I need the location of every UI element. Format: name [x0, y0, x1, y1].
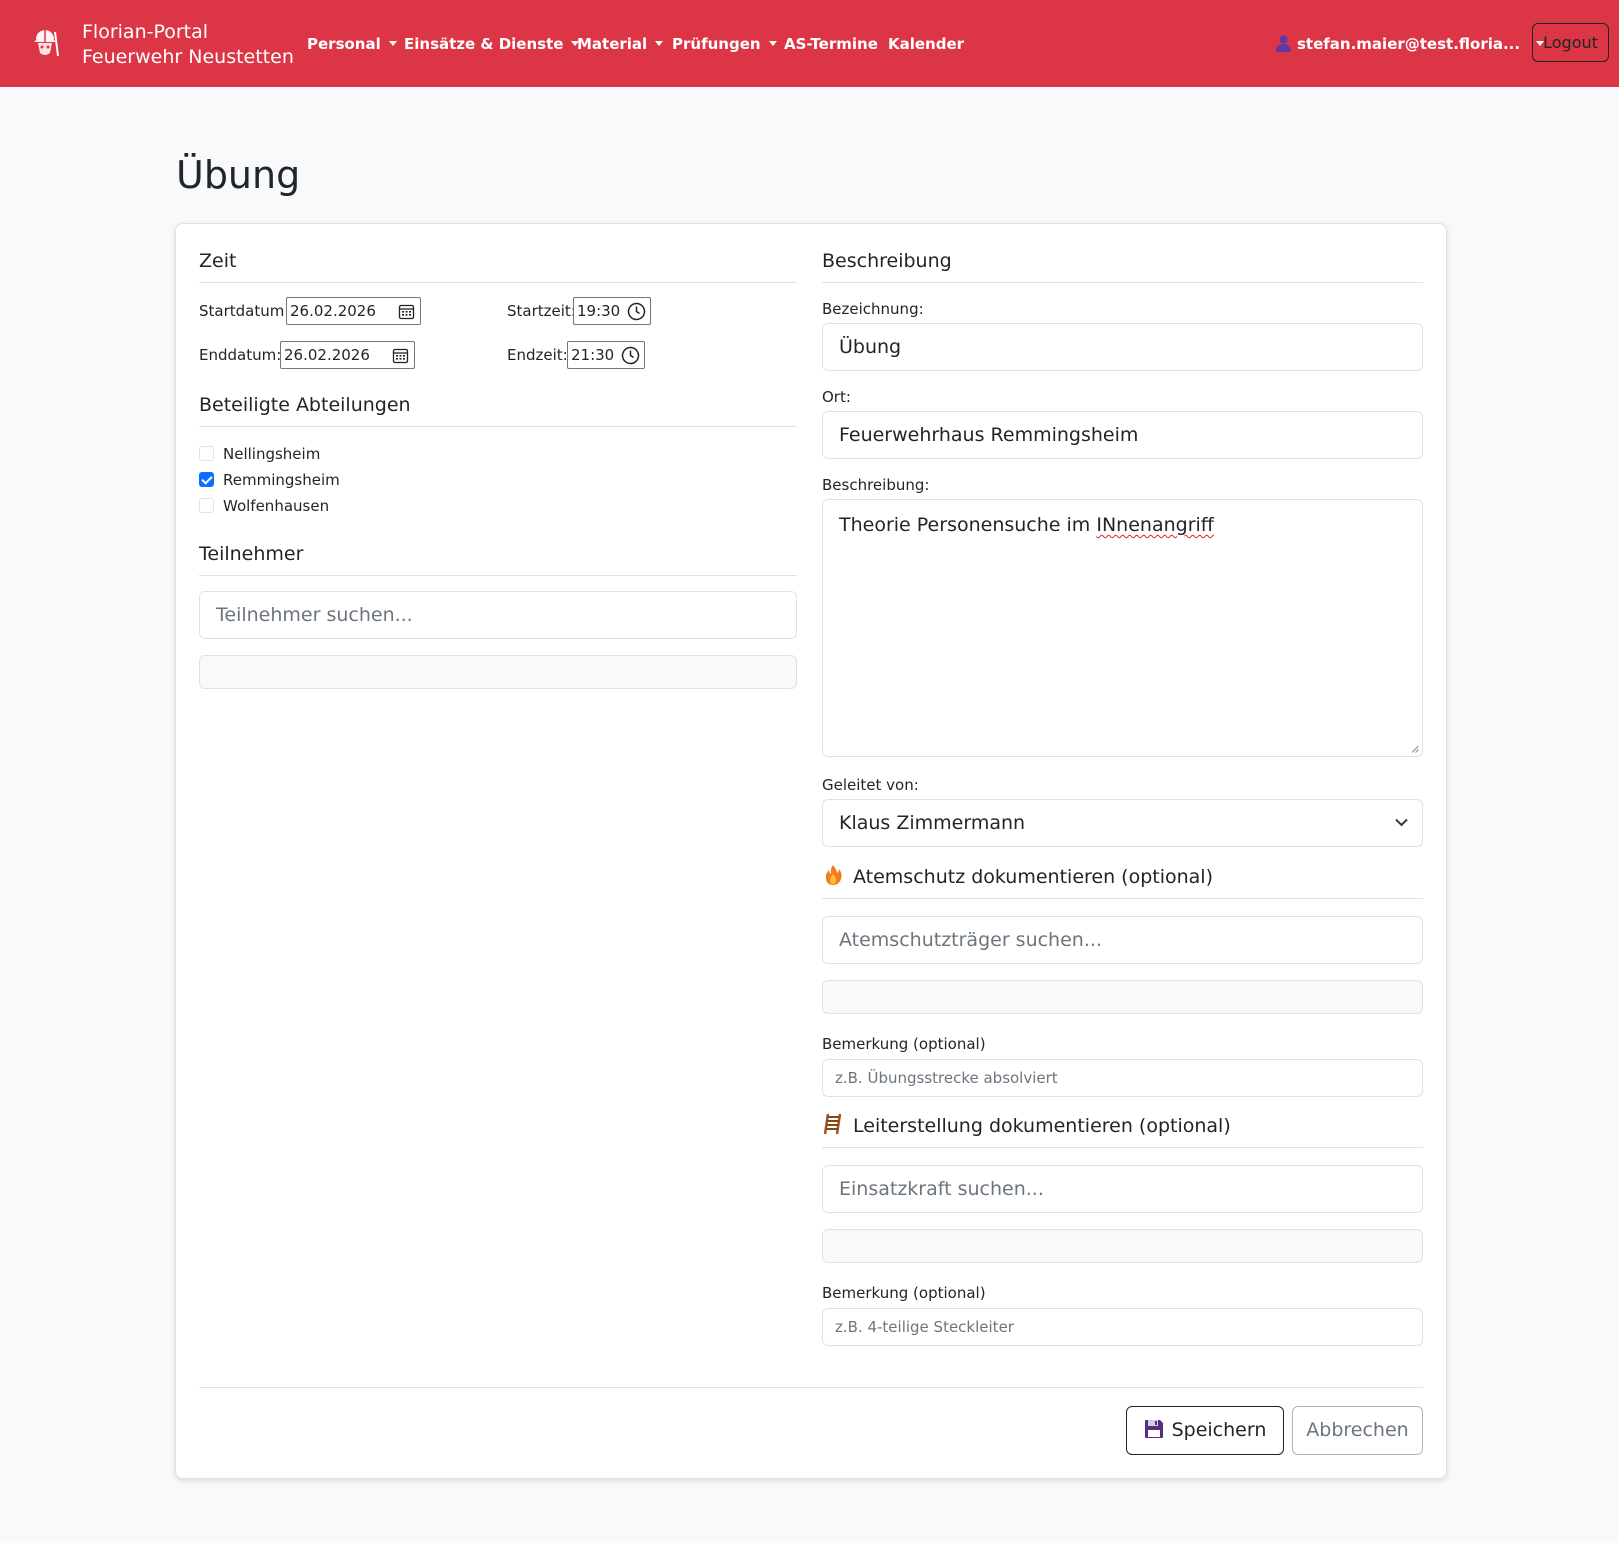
nav-material-label: Material	[577, 35, 648, 53]
checkbox-remmingsheim[interactable]	[199, 472, 214, 487]
section-atemschutz-title: Atemschutz dokumentieren (optional)	[822, 864, 1423, 899]
chevron-down-icon	[1395, 818, 1408, 827]
geleitet-select[interactable]: Klaus Zimmermann	[822, 799, 1423, 847]
leiter-selected-list	[822, 1229, 1423, 1263]
cancel-button[interactable]: Abbrechen	[1292, 1406, 1423, 1455]
ladder-icon	[823, 1113, 842, 1135]
exercise-form-card: Zeit Startdatum: 26.02.2026 Startzeit: 1…	[175, 223, 1447, 1479]
caret-down-icon	[768, 41, 777, 46]
beschreibung-text-misspelled-word: INnenangriff	[1096, 514, 1214, 536]
nav-kalender[interactable]: Kalender	[888, 34, 964, 54]
calendar-icon[interactable]	[392, 347, 409, 364]
resize-grip-icon[interactable]	[1411, 745, 1419, 753]
bezeichnung-input[interactable]: Übung	[822, 323, 1423, 371]
startzeit-input[interactable]: 19:30	[573, 297, 651, 325]
section-teilnehmer-title: Teilnehmer	[199, 541, 797, 576]
startdatum-label: Startdatum:	[199, 302, 290, 320]
nav-as-termine-label: AS-Termine	[784, 35, 878, 53]
endzeit-label: Endzeit:	[507, 346, 568, 364]
nav-personal-label: Personal	[307, 35, 381, 53]
nav-personal[interactable]: Personal	[307, 34, 397, 54]
beschreibung-label: Beschreibung:	[822, 476, 930, 494]
checkbox-row-remmingsheim[interactable]: Remmingsheim	[199, 470, 340, 490]
clock-icon[interactable]	[621, 346, 640, 365]
checkbox-wolfenhausen[interactable]	[199, 498, 214, 513]
save-button-label: Speichern	[1171, 1419, 1267, 1441]
atemschutz-title-text: Atemschutz dokumentieren (optional)	[853, 866, 1213, 888]
leiter-search-input[interactable]: Einsatzkraft suchen...	[822, 1165, 1423, 1213]
atemschutz-bemerkung-input[interactable]: z.B. Übungsstrecke absolviert	[822, 1059, 1423, 1097]
ort-input[interactable]: Feuerwehrhaus Remmingsheim	[822, 411, 1423, 459]
firefighter-helmet-logo-icon[interactable]	[28, 26, 62, 60]
startzeit-label: Startzeit:	[507, 302, 576, 320]
checkbox-nellingsheim[interactable]	[199, 446, 214, 461]
brand-line-2: Feuerwehr Neustetten	[82, 46, 294, 68]
save-button[interactable]: Speichern	[1126, 1406, 1284, 1455]
leiter-bemerkung-input[interactable]: z.B. 4-teilige Steckleiter	[822, 1308, 1423, 1346]
enddatum-input[interactable]: 26.02.2026	[280, 341, 415, 369]
atemschutz-selected-list	[822, 980, 1423, 1014]
checkbox-row-wolfenhausen[interactable]: Wolfenhausen	[199, 496, 329, 516]
nav-material[interactable]: Material	[577, 34, 664, 54]
caret-down-icon	[655, 41, 664, 46]
nav-einsaetze-label: Einsätze & Dienste	[404, 35, 564, 53]
fire-icon	[825, 865, 842, 885]
logout-button[interactable]: Logout	[1532, 23, 1609, 62]
geleitet-selected-value: Klaus Zimmermann	[839, 812, 1026, 834]
startdatum-input[interactable]: 26.02.2026	[286, 297, 421, 325]
caret-down-icon	[388, 41, 397, 46]
enddatum-value: 26.02.2026	[284, 346, 370, 364]
teilnehmer-selected-list	[199, 655, 797, 689]
clock-icon[interactable]	[627, 302, 646, 321]
ort-label: Ort:	[822, 388, 851, 406]
floppy-disk-icon	[1144, 1420, 1163, 1438]
page-title: Übung	[176, 153, 301, 197]
geleitet-label: Geleitet von:	[822, 776, 919, 794]
leiter-bemerkung-label: Bemerkung (optional)	[822, 1284, 986, 1302]
user-email: stefan.maier@test.floria...	[1297, 35, 1521, 53]
top-navbar: Florian-Portal Feuerwehr Neustetten Pers…	[0, 0, 1619, 87]
checkbox-row-nellingsheim[interactable]: Nellingsheim	[199, 444, 320, 464]
endzeit-value: 21:30	[571, 346, 615, 364]
user-icon	[1276, 35, 1291, 52]
atemschutz-bemerkung-label: Bemerkung (optional)	[822, 1035, 986, 1053]
nav-einsaetze-dienste[interactable]: Einsätze & Dienste	[404, 34, 580, 54]
nav-pruefungen[interactable]: Prüfungen	[672, 34, 777, 54]
section-zeit-title: Zeit	[199, 248, 797, 283]
endzeit-input[interactable]: 21:30	[567, 341, 645, 369]
nav-as-termine[interactable]: AS-Termine	[784, 34, 878, 54]
nav-pruefungen-label: Prüfungen	[672, 35, 761, 53]
bezeichnung-label: Bezeichnung:	[822, 300, 924, 318]
user-menu-dropdown[interactable]: stefan.maier@test.floria...	[1276, 34, 1545, 54]
enddatum-label: Enddatum:	[199, 346, 282, 364]
brand-title[interactable]: Florian-Portal Feuerwehr Neustetten	[82, 20, 294, 70]
section-leiter-title: Leiterstellung dokumentieren (optional)	[822, 1113, 1423, 1148]
startzeit-value: 19:30	[577, 302, 621, 320]
section-abteilungen-title: Beteiligte Abteilungen	[199, 392, 797, 427]
beschreibung-text: Theorie Personensuche im	[839, 514, 1097, 536]
form-footer-divider	[199, 1387, 1423, 1388]
atemschutz-search-input[interactable]: Atemschutzträger suchen...	[822, 916, 1423, 964]
checkbox-label-nellingsheim: Nellingsheim	[223, 445, 321, 463]
checkbox-label-remmingsheim: Remmingsheim	[223, 471, 340, 489]
section-beschreibung-title: Beschreibung	[822, 248, 1423, 283]
checkbox-label-wolfenhausen: Wolfenhausen	[223, 497, 330, 515]
brand-line-1: Florian-Portal	[82, 21, 209, 43]
nav-kalender-label: Kalender	[888, 35, 965, 53]
startdatum-value: 26.02.2026	[290, 302, 376, 320]
beschreibung-textarea[interactable]: Theorie Personensuche im INnenangriff	[822, 499, 1423, 757]
leiter-title-text: Leiterstellung dokumentieren (optional)	[853, 1115, 1231, 1137]
teilnehmer-search-input[interactable]: Teilnehmer suchen...	[199, 591, 797, 639]
calendar-icon[interactable]	[398, 303, 415, 320]
